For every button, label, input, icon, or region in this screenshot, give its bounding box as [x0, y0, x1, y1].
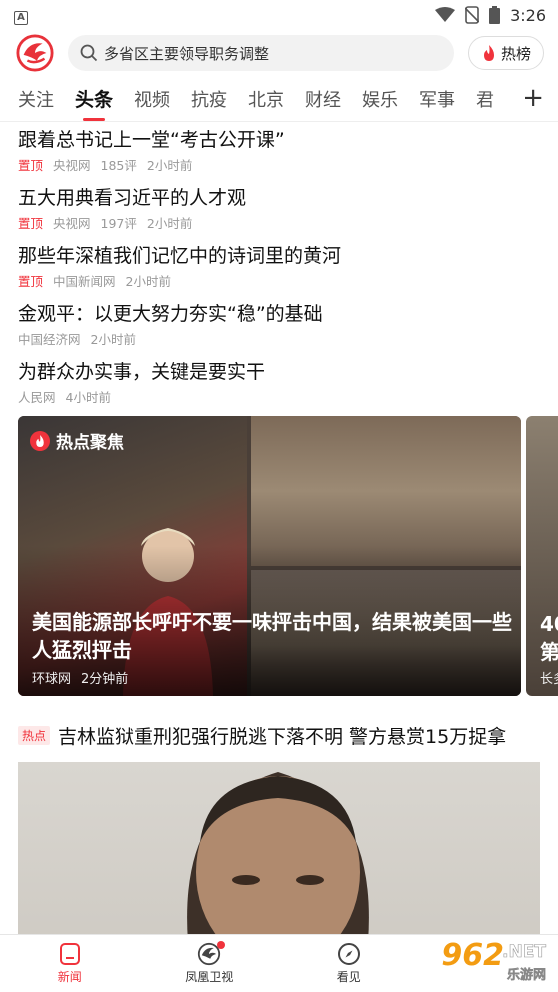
- site-watermark: 962 .NET 乐游网: [418, 938, 550, 986]
- search-icon: [80, 44, 98, 62]
- hot-article-line: 热点 吉林监狱重刑犯强行脱逃下落不明 警方悬赏15万捉拿: [18, 722, 540, 749]
- channel-tabs: 关注 头条 视频 抗疫 北京 财经 娱乐 军事 君 +: [0, 76, 558, 122]
- news-source: 央视网: [53, 158, 91, 173]
- hot-focus-carousel[interactable]: 热点聚焦 美国能源部长呼吁不要一味抨击中国，结果被美国一些人猛烈抨击 环球网 2…: [18, 416, 558, 696]
- carousel-next-slide[interactable]: 40 第 长多: [526, 416, 558, 696]
- slide-photo-top-right: [251, 416, 521, 566]
- phoenix-logo[interactable]: [16, 34, 54, 72]
- news-title: 那些年深植我们记忆中的诗词里的黄河: [18, 245, 342, 267]
- tab-beijing[interactable]: 北京: [248, 86, 284, 112]
- tab-headlines[interactable]: 头条: [75, 85, 113, 112]
- next-slide-meta: 长多: [540, 672, 558, 687]
- news-time: 2小时前: [125, 274, 171, 289]
- slide-source: 环球网: [32, 672, 72, 687]
- tab-video[interactable]: 视频: [134, 86, 170, 112]
- a-icon: A: [14, 11, 28, 25]
- no-sim-icon: [465, 6, 480, 24]
- nav-discover[interactable]: 看见: [279, 935, 419, 992]
- news-comments: 185评: [100, 158, 137, 173]
- tab-follow[interactable]: 关注: [18, 86, 54, 112]
- slide-meta: 环球网 2分钟前: [32, 668, 128, 687]
- news-icon: [59, 943, 80, 965]
- flame-icon: [30, 430, 50, 451]
- watermark-net: .NET: [502, 942, 547, 963]
- status-time: 3:26: [510, 5, 546, 25]
- bottom-navigation: 新闻 凤凰卫视 看见 962 .NET 乐游网: [0, 934, 558, 992]
- news-source: 中国新闻网: [53, 274, 116, 289]
- hot-tag: 热点: [18, 726, 51, 745]
- tab-anti-epidemic[interactable]: 抗疫: [191, 86, 227, 112]
- tab-military[interactable]: 军事: [419, 86, 455, 112]
- news-source: 央视网: [53, 216, 91, 231]
- news-meta: 中国经济网 2小时前: [18, 329, 540, 348]
- hot-list-label: 热榜: [500, 44, 531, 63]
- hot-focus-badge: 热点聚焦: [30, 428, 124, 453]
- tab-fade: [488, 76, 518, 121]
- carousel-slide[interactable]: 热点聚焦 美国能源部长呼吁不要一味抨击中国，结果被美国一些人猛烈抨击 环球网 2…: [18, 416, 521, 696]
- watermark-num: 962: [441, 938, 504, 973]
- news-title: 为群众办实事，关键是要实干: [18, 361, 266, 383]
- pinned-tag: 置顶: [18, 216, 44, 231]
- notification-dot: [217, 941, 226, 949]
- slide-time: 2分钟前: [81, 672, 129, 687]
- pinned-tag: 置顶: [18, 158, 44, 173]
- news-meta: 置顶 央视网 197评 2小时前: [18, 213, 540, 232]
- news-time: 4小时前: [65, 390, 111, 405]
- news-source: 中国经济网: [18, 332, 81, 347]
- nav-news-label: 新闻: [57, 970, 82, 984]
- hot-article-image[interactable]: [18, 762, 540, 942]
- hot-focus-label: 热点聚焦: [56, 433, 124, 453]
- battery-icon: [489, 6, 501, 24]
- next-slide-title-2: 第: [540, 640, 558, 664]
- list-item[interactable]: 五大用典看习近平的人才观 置顶 央视网 197评 2小时前: [18, 180, 540, 238]
- hot-article-title: 吉林监狱重刑犯强行脱逃下落不明 警方悬赏15万捉拿: [58, 726, 507, 748]
- news-list: 跟着总书记上一堂“考古公开课” 置顶 央视网 185评 2小时前 五大用典看习近…: [0, 122, 558, 412]
- nav-news[interactable]: 新闻: [0, 935, 140, 992]
- news-time: 2小时前: [146, 158, 193, 173]
- search-bar[interactable]: 多省区主要领导职务调整: [68, 35, 454, 71]
- news-meta: 置顶 央视网 185评 2小时前: [18, 155, 540, 174]
- app-header: 多省区主要领导职务调整 热榜: [0, 30, 558, 76]
- hot-article[interactable]: 热点 吉林监狱重刑犯强行脱逃下落不明 警方悬赏15万捉拿: [18, 722, 540, 749]
- search-placeholder: 多省区主要领导职务调整: [104, 44, 270, 63]
- list-item[interactable]: 金观平：以更大努力夯实“稳”的基础 中国经济网 2小时前: [18, 296, 540, 354]
- hot-list-button[interactable]: 热榜: [467, 36, 544, 70]
- tab-finance[interactable]: 财经: [305, 86, 341, 112]
- list-item[interactable]: 那些年深植我们记忆中的诗词里的黄河 置顶 中国新闻网 2小时前: [18, 238, 540, 296]
- add-channel-button[interactable]: +: [516, 84, 544, 112]
- news-meta: 置顶 中国新闻网 2小时前: [18, 271, 540, 290]
- status-left: A: [14, 5, 28, 25]
- portrait-figure: [187, 772, 369, 942]
- tab-entertainment[interactable]: 娱乐: [362, 86, 398, 112]
- wifi-icon: [435, 7, 456, 22]
- news-comments: 197评: [100, 216, 137, 231]
- list-item[interactable]: 跟着总书记上一堂“考古公开课” 置顶 央视网 185评 2小时前: [18, 122, 540, 180]
- slide-title: 美国能源部长呼吁不要一味抨击中国，结果被美国一些人猛烈抨击: [32, 610, 512, 662]
- nav-phoenix-tv-label: 凤凰卫视: [185, 970, 234, 984]
- flame-icon: [483, 45, 494, 61]
- news-title: 跟着总书记上一堂“考古公开课”: [18, 129, 285, 151]
- news-title: 五大用典看习近平的人才观: [18, 187, 247, 209]
- news-title: 金观平：以更大努力夯实“稳”的基础: [18, 303, 323, 325]
- list-item[interactable]: 为群众办实事，关键是要实干 人民网 4小时前: [18, 354, 540, 412]
- nav-phoenix-tv[interactable]: 凤凰卫视: [140, 935, 280, 992]
- next-slide-title-1: 40: [540, 612, 558, 636]
- news-meta: 人民网 4小时前: [18, 387, 540, 406]
- compass-icon: [337, 943, 360, 965]
- status-right: 3:26: [435, 6, 546, 25]
- news-time: 2小时前: [90, 332, 136, 347]
- news-source: 人民网: [18, 390, 56, 405]
- watermark-site: 乐游网: [506, 968, 547, 984]
- nav-discover-label: 看见: [336, 970, 361, 984]
- news-time: 2小时前: [146, 216, 193, 231]
- status-bar: A 3:26: [0, 0, 558, 30]
- pinned-tag: 置顶: [18, 274, 44, 289]
